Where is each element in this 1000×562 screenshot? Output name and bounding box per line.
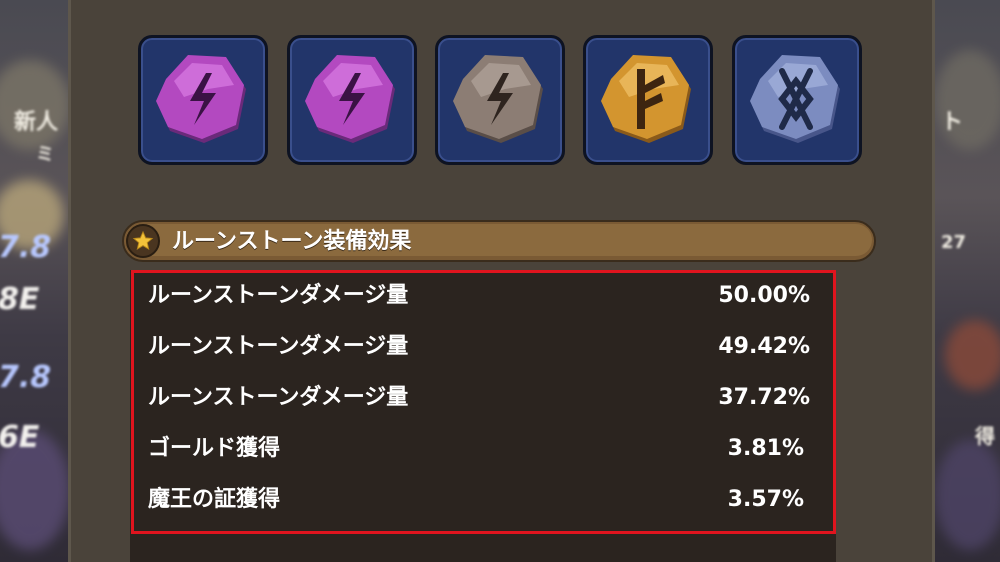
rune-slot-5[interactable] bbox=[732, 35, 862, 165]
section-title: ルーンストーン装備効果 bbox=[172, 229, 412, 254]
bg-text-7: ト bbox=[941, 110, 964, 135]
gray-lightning-rune-icon bbox=[453, 55, 543, 143]
effect-label: ゴールド獲得 bbox=[148, 436, 281, 461]
bg-text-4: 8E bbox=[0, 282, 40, 317]
effect-value: 50.00% bbox=[718, 283, 810, 308]
effect-value: 37.72% bbox=[718, 385, 810, 410]
effect-row: 魔王の証獲得 3.57% bbox=[148, 480, 816, 520]
effect-value: 3.57% bbox=[727, 487, 804, 512]
effect-row: ルーンストーンダメージ量 37.72% bbox=[148, 378, 816, 418]
rune-slot-3[interactable] bbox=[435, 35, 565, 165]
bg-text-2: ミ bbox=[36, 144, 54, 165]
effect-label: ルーンストーンダメージ量 bbox=[148, 283, 409, 308]
blue-diamond-rune-icon bbox=[750, 55, 840, 143]
gold-f-rune-icon bbox=[601, 55, 691, 143]
rune-slot-4[interactable] bbox=[583, 35, 713, 165]
purple-lightning-rune-icon bbox=[156, 55, 246, 143]
effect-row: ルーンストーンダメージ量 50.00% bbox=[148, 276, 816, 316]
rune-slot-1[interactable] bbox=[138, 35, 268, 165]
background-right: ト 27 得 bbox=[935, 0, 1000, 562]
bg-text-1: 新人 bbox=[14, 110, 59, 135]
star-icon bbox=[126, 224, 160, 258]
rune-slot-2[interactable] bbox=[287, 35, 417, 165]
bg-text-9: 得 bbox=[975, 424, 995, 448]
bg-text-6: 6E bbox=[0, 420, 40, 455]
effect-label: 魔王の証獲得 bbox=[148, 487, 281, 512]
effect-row: ルーンストーンダメージ量 49.42% bbox=[148, 327, 816, 367]
effect-value: 49.42% bbox=[718, 334, 810, 359]
bg-text-8: 27 bbox=[941, 232, 967, 253]
effect-label: ルーンストーンダメージ量 bbox=[148, 334, 409, 359]
effect-value: 3.81% bbox=[727, 436, 804, 461]
bg-text-5: 7.8 bbox=[0, 360, 52, 395]
bg-text-3: 7.8 bbox=[0, 230, 52, 265]
background-left: 新人 ミ 7.8 8E 7.8 6E bbox=[0, 0, 68, 562]
effect-label: ルーンストーンダメージ量 bbox=[148, 385, 409, 410]
purple-lightning-rune-icon bbox=[305, 55, 395, 143]
effect-row: ゴールド獲得 3.81% bbox=[148, 429, 816, 469]
